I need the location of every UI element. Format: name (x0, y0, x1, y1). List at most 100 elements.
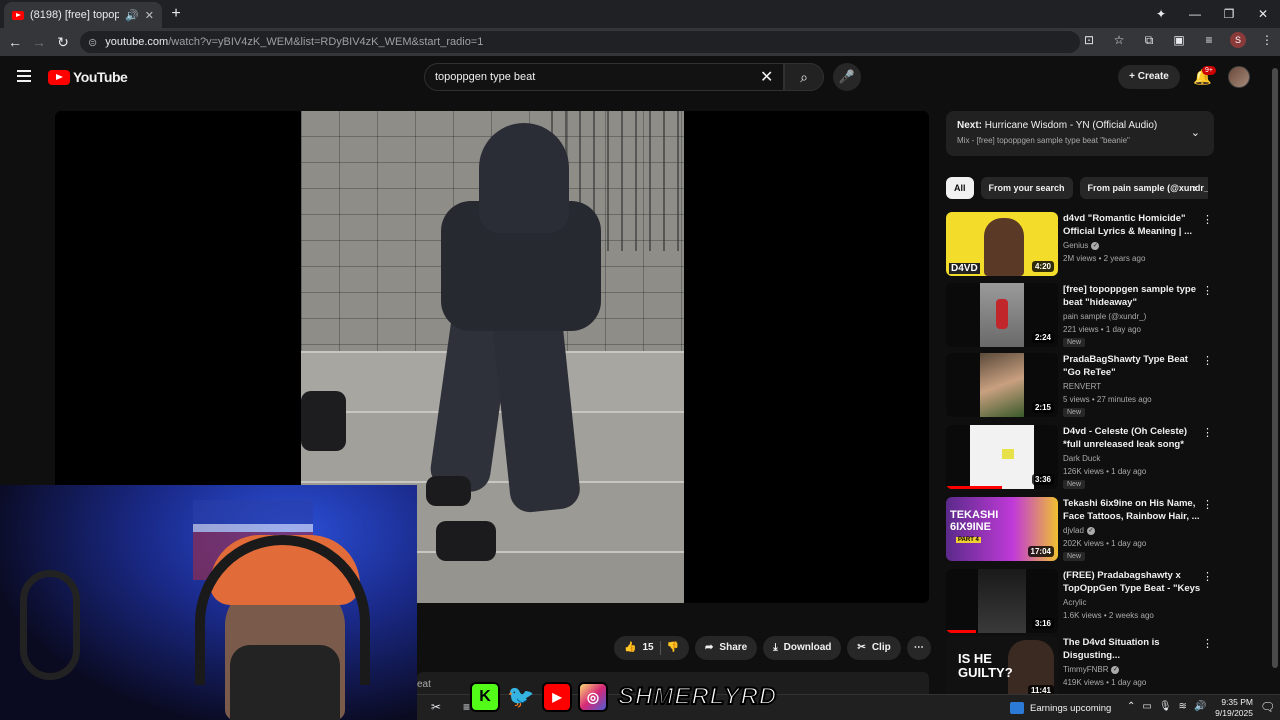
earnings-widget[interactable]: Earnings upcoming (1010, 695, 1111, 720)
site-info-icon[interactable]: ⊜ (88, 36, 97, 49)
channel-name[interactable]: djvlad ✓ (1063, 526, 1095, 535)
chevron-down-icon[interactable]: ⌄ (1191, 126, 1200, 139)
video-thumbnail[interactable]: 3:16 (946, 569, 1058, 633)
gemini-sparkle-icon[interactable]: ✦ (1144, 7, 1178, 21)
close-tab-icon[interactable]: ✕ (145, 9, 154, 22)
recommendation-item[interactable]: 3:36 D4vd - Celeste (Oh Celeste) *full u… (946, 425, 1216, 489)
scroll-thumb[interactable] (1272, 68, 1278, 668)
video-title[interactable]: (FREE) Pradabagshawty x TopOppGen Type B… (1063, 569, 1201, 596)
speaker-icon[interactable]: 🔊 (125, 9, 139, 22)
more-options-icon[interactable]: ⋮ (1202, 284, 1213, 297)
channel-name[interactable]: TimmyFNBR ✓ (1063, 665, 1120, 674)
video-title[interactable]: Tekashi 6ix9ine on His Name, Face Tattoo… (1063, 497, 1201, 523)
display-icon[interactable]: ▭ (1142, 701, 1151, 712)
profile-avatar[interactable]: S (1230, 32, 1246, 48)
close-window-icon[interactable]: ✕ (1246, 7, 1280, 21)
clear-search-icon[interactable]: ✕ (760, 67, 773, 87)
webcam-overlay (0, 485, 417, 720)
youtube-logo[interactable]: YouTube (48, 69, 128, 85)
app-icon[interactable]: ≡ (463, 700, 470, 714)
side-panel-icon[interactable]: ▣ (1170, 33, 1188, 47)
video-thumbnail[interactable]: 3:36 (946, 425, 1058, 489)
video-thumbnail[interactable]: IS HE GUILTY? 11:41 (946, 636, 1058, 694)
chip-all[interactable]: All (946, 177, 974, 199)
more-options-icon[interactable]: ⋮ (1202, 498, 1213, 511)
new-tab-button[interactable]: + (167, 5, 185, 23)
scissors-icon: ✂ (857, 642, 866, 653)
more-options-icon[interactable]: ⋮ (1202, 637, 1213, 650)
share-button[interactable]: ➦ Share (695, 636, 758, 660)
duration-badge: 3:36 (1031, 474, 1054, 485)
channel-name[interactable]: pain sample (@xundr_) (1063, 312, 1146, 321)
verified-check-icon: ✓ (1111, 665, 1120, 674)
video-title[interactable]: The D4vd Situation is Disgusting... (1063, 636, 1201, 662)
recommendation-item[interactable]: 2:15 PradaBagShawty Type Beat "Go ReTee"… (946, 353, 1216, 417)
video-thumbnail[interactable]: TEKASHI 6IX9INE PART 4 17:04 (946, 497, 1058, 561)
mic-icon[interactable]: 🎙 (1159, 701, 1172, 712)
thumbs-up-icon[interactable]: 👍 (624, 636, 636, 660)
chevron-right-icon[interactable]: › (1193, 181, 1197, 195)
new-badge: New (1063, 552, 1086, 561)
duration-badge: 2:24 (1031, 332, 1054, 343)
recommendation-item[interactable]: 3:16 (FREE) Pradabagshawty x TopOppGen T… (946, 569, 1216, 633)
chip-from-channel[interactable]: From pain sample (@xundr_) (1079, 177, 1208, 199)
video-thumbnail[interactable]: 2:15 (946, 353, 1058, 417)
create-button[interactable]: + Create (1118, 65, 1180, 89)
more-options-icon[interactable]: ⋮ (1202, 354, 1213, 367)
video-thumbnail[interactable]: D4VD 4:20 (946, 212, 1058, 276)
more-options-icon[interactable]: ⋮ (1202, 213, 1213, 226)
wifi-icon[interactable]: ≋ (1179, 701, 1187, 712)
browser-tab[interactable]: (8198) [free] topoppgen sample type beat… (4, 2, 162, 28)
search-button[interactable]: ⌕ (784, 63, 824, 91)
reload-icon[interactable]: ↻ (51, 34, 75, 51)
like-count[interactable]: 15 (642, 636, 653, 660)
shoe (301, 391, 346, 451)
share-label: Share (719, 642, 748, 653)
system-clock[interactable]: 9:35 PM 9/19/2025 (1203, 697, 1253, 719)
account-avatar[interactable] (1228, 66, 1250, 88)
channel-name[interactable]: RENVERT (1063, 382, 1101, 391)
page-scrollbar[interactable] (1270, 56, 1280, 694)
video-title[interactable]: d4vd "Romantic Homicide" Official Lyrics… (1063, 212, 1201, 238)
channel-name[interactable]: Genius ✓ (1063, 241, 1100, 250)
restore-icon[interactable]: ❐ (1212, 7, 1246, 21)
recommendation-item[interactable]: 2:24 [free] topoppgen sample type beat "… (946, 283, 1216, 347)
back-icon[interactable]: ← (3, 34, 27, 50)
thumbs-down-icon[interactable]: 👎 (667, 636, 679, 660)
channel-name[interactable]: Dark Duck (1063, 454, 1100, 463)
channel-name[interactable]: Acrylic (1063, 598, 1087, 607)
capcut-icon[interactable]: ✂ (431, 700, 441, 714)
video-title[interactable]: PradaBagShawty Type Beat "Go ReTee" (1063, 353, 1201, 379)
recommendation-item[interactable]: IS HE GUILTY? 11:41 The D4vd Situation i… (946, 636, 1216, 694)
more-actions-button[interactable]: ⋯ (906, 636, 931, 660)
search-input[interactable]: topoppgen type beat (424, 63, 784, 91)
forward-icon[interactable]: → (27, 34, 51, 50)
watch-progress-bar (946, 630, 977, 633)
bookmark-star-icon[interactable]: ☆ (1110, 33, 1128, 47)
menu-kebab-icon[interactable]: ⋮ (1258, 33, 1276, 47)
extensions-icon[interactable]: ⧉ (1140, 33, 1158, 48)
chevron-up-icon[interactable]: ⌃ (1127, 701, 1135, 712)
menu-hamburger-icon[interactable] (17, 70, 31, 82)
more-options-icon[interactable]: ⋮ (1202, 570, 1213, 583)
up-next-card[interactable]: Next: Hurricane Wisdom - YN (Official Au… (946, 111, 1214, 156)
address-bar[interactable]: ⊜ youtube.com/watch?v=yBIV4zK_WEM&list=R… (80, 31, 1080, 53)
chip-from-search[interactable]: From your search (980, 177, 1073, 199)
duration-badge: 3:16 (1031, 618, 1054, 629)
video-title[interactable]: [free] topoppgen sample type beat "hidea… (1063, 283, 1201, 309)
download-button[interactable]: ⤓ Download (763, 636, 842, 660)
video-thumbnail[interactable]: 2:24 (946, 283, 1058, 347)
recommendation-item[interactable]: D4VD 4:20 d4vd "Romantic Homicide" Offic… (946, 212, 1216, 276)
more-options-icon[interactable]: ⋮ (1202, 426, 1213, 439)
install-app-icon[interactable]: ⊡ (1080, 33, 1098, 47)
reading-list-icon[interactable]: ≡ (1200, 33, 1218, 47)
recommendation-item[interactable]: TEKASHI 6IX9INE PART 4 17:04 Tekashi 6ix… (946, 497, 1216, 561)
screen: (8198) [free] topoppgen sample type beat… (0, 0, 1280, 720)
thumbnail-figure (984, 218, 1024, 276)
minimize-icon[interactable]: — (1178, 7, 1212, 21)
voice-search-button[interactable]: 🎤 (833, 63, 861, 91)
clock-date: 9/19/2025 (1215, 708, 1253, 718)
video-title[interactable]: D4vd - Celeste (Oh Celeste) *full unrele… (1063, 425, 1201, 451)
clip-button[interactable]: ✂ Clip (847, 636, 901, 660)
notification-center-icon[interactable]: 🗨 (1260, 700, 1275, 714)
